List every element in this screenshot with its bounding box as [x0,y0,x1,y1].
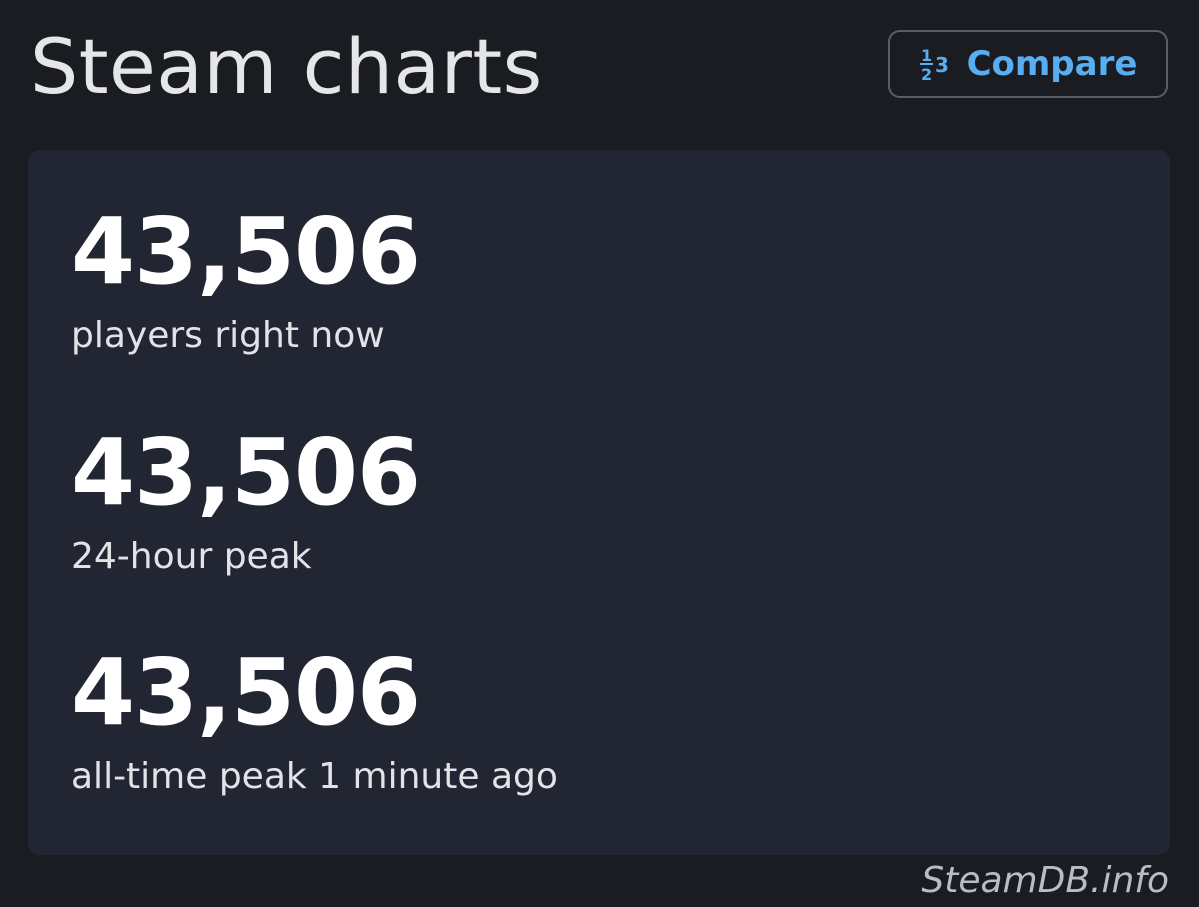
stat-label: all-time peak 1 minute ago [71,756,558,797]
stat-24-hour-peak: 43,506 24-hour peak [71,419,421,579]
svg-text:2: 2 [921,65,932,84]
stat-label: players right now [71,315,385,356]
stat-players-now: 43,506 players right now [71,198,421,358]
stat-value: 43,506 [71,639,421,746]
watermark: SteamDB.info [921,860,1169,901]
stat-value: 43,506 [71,419,421,526]
page-title: Steam charts [30,22,543,111]
svg-text:3: 3 [935,53,949,77]
compare-button[interactable]: 1 2 3 Compare [888,30,1168,98]
stat-all-time-peak: 43,506 all-time peak 1 minute ago [71,643,558,799]
compare-label: Compare [966,44,1138,84]
stat-value: 43,506 [71,198,421,305]
stats-card: 43,506 players right now 43,506 24-hour … [28,150,1170,855]
svg-text:1: 1 [921,46,932,65]
fraction-123-icon: 1 2 3 [919,44,953,84]
stat-label: 24-hour peak [71,536,312,577]
